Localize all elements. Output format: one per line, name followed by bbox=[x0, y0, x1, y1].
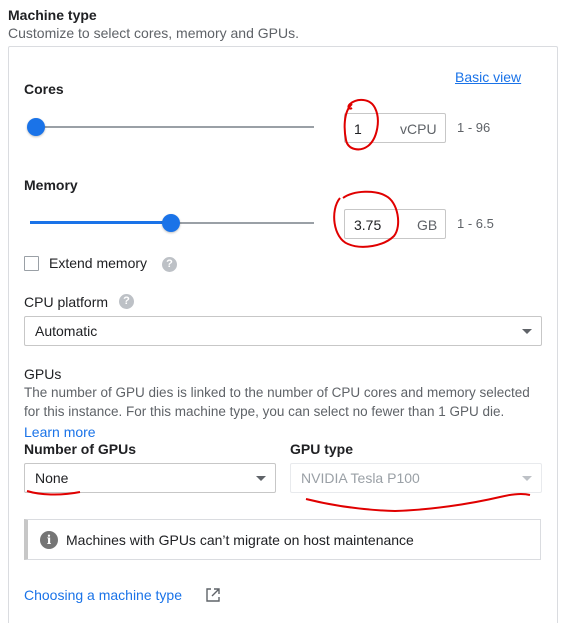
chevron-down-icon bbox=[522, 329, 532, 334]
cpu-platform-selected: Automatic bbox=[35, 323, 98, 339]
cores-label: Cores bbox=[24, 81, 64, 97]
section-title: Machine type bbox=[8, 7, 97, 23]
extend-memory-checkbox[interactable] bbox=[24, 256, 39, 271]
gpus-description-line2: for this instance. For this machine type… bbox=[24, 404, 505, 419]
gpus-description-line1: The number of GPU dies is linked to the … bbox=[24, 385, 530, 400]
extend-memory-help-icon[interactable]: ? bbox=[162, 257, 177, 272]
info-icon: i bbox=[40, 531, 58, 549]
memory-slider-fill bbox=[30, 221, 171, 224]
number-of-gpus-label: Number of GPUs bbox=[24, 441, 137, 457]
cpu-platform-select[interactable]: Automatic bbox=[24, 316, 542, 346]
memory-unit: GB bbox=[417, 217, 438, 233]
memory-range: 1 - 6.5 bbox=[457, 216, 494, 231]
cores-slider-thumb[interactable] bbox=[27, 118, 45, 136]
cores-value: 1 bbox=[354, 121, 362, 137]
gpu-type-label: GPU type bbox=[290, 441, 354, 457]
extend-memory-label: Extend memory bbox=[49, 255, 148, 271]
memory-value: 3.75 bbox=[354, 217, 382, 233]
notice-text: Machines with GPUs can’t migrate on host… bbox=[66, 532, 414, 548]
cpu-platform-label: CPU platform bbox=[24, 294, 109, 310]
chevron-down-icon bbox=[256, 476, 266, 481]
number-of-gpus-selected: None bbox=[35, 470, 69, 486]
external-link-icon[interactable] bbox=[205, 587, 221, 603]
chevron-down-icon bbox=[522, 476, 532, 481]
gpus-title: GPUs bbox=[24, 366, 62, 382]
gpu-type-select: NVIDIA Tesla P100 bbox=[290, 463, 542, 493]
memory-slider-thumb[interactable] bbox=[162, 214, 180, 232]
choosing-machine-type-link[interactable]: Choosing a machine type bbox=[24, 587, 182, 603]
number-of-gpus-select[interactable]: None bbox=[24, 463, 276, 493]
learn-more-link[interactable]: Learn more bbox=[24, 424, 96, 440]
cores-input[interactable]: 1 vCPU bbox=[344, 113, 446, 143]
gpu-type-selected: NVIDIA Tesla P100 bbox=[301, 470, 420, 486]
cores-range: 1 - 96 bbox=[457, 120, 491, 135]
basic-view-link[interactable]: Basic view bbox=[455, 69, 521, 85]
memory-label: Memory bbox=[24, 177, 78, 193]
cores-unit: vCPU bbox=[400, 121, 437, 137]
cores-slider-track[interactable] bbox=[35, 126, 314, 128]
gpu-migration-notice: i Machines with GPUs can’t migrate on ho… bbox=[24, 519, 541, 560]
memory-input[interactable]: 3.75 GB bbox=[344, 209, 446, 239]
section-subtitle: Customize to select cores, memory and GP… bbox=[8, 25, 299, 41]
cpu-platform-help-icon[interactable]: ? bbox=[119, 294, 134, 309]
